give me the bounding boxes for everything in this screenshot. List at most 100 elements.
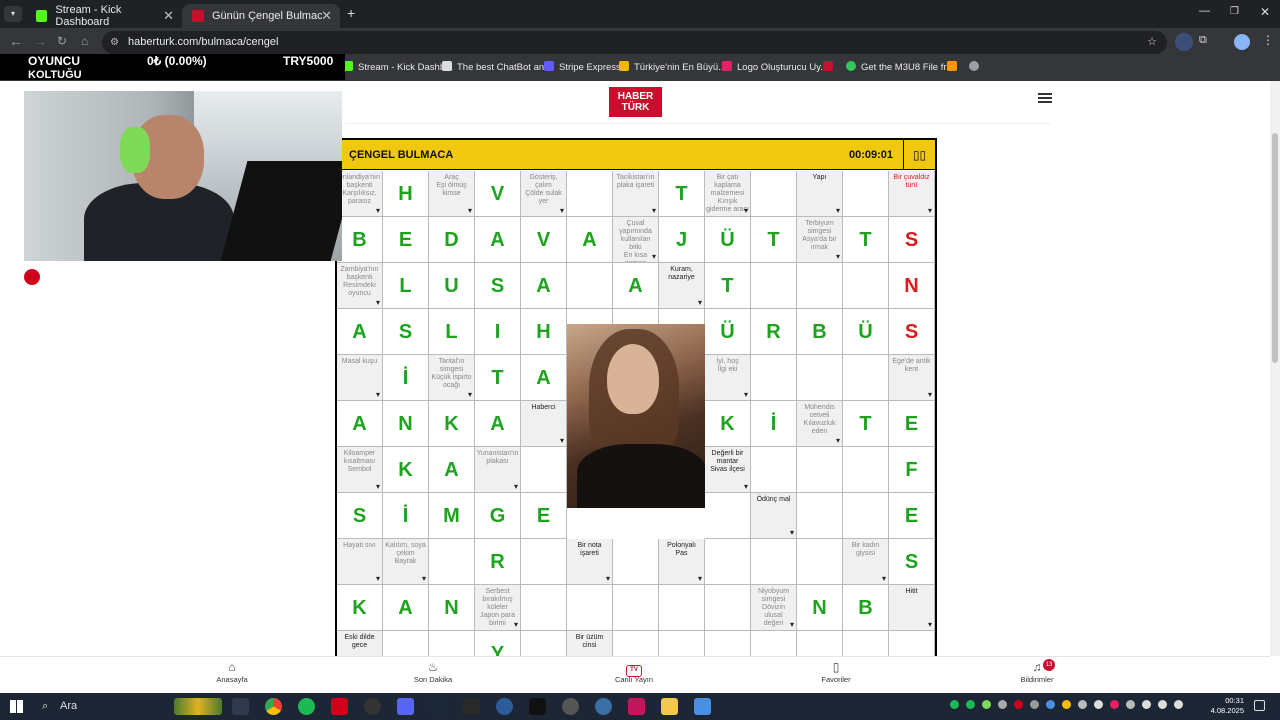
hamburger-menu-icon[interactable]: [1038, 93, 1052, 103]
letter-cell[interactable]: N: [889, 263, 935, 309]
epic-icon[interactable]: [463, 698, 480, 715]
empty-cell[interactable]: [613, 631, 659, 656]
letter-cell[interactable]: Ü: [843, 309, 889, 355]
back-icon[interactable]: ←: [9, 33, 23, 49]
empty-cell[interactable]: [843, 447, 889, 493]
empty-cell[interactable]: [705, 631, 751, 656]
letter-cell[interactable]: S: [889, 217, 935, 263]
letter-cell[interactable]: B: [337, 217, 383, 263]
scrollbar-thumb[interactable]: [1272, 133, 1278, 363]
letter-cell[interactable]: H: [521, 309, 567, 355]
empty-cell[interactable]: [567, 585, 613, 631]
letter-cell[interactable]: Ü: [705, 309, 751, 355]
tray-icon-5[interactable]: [1030, 700, 1039, 709]
capcut-icon[interactable]: [529, 698, 546, 715]
letter-cell[interactable]: A: [337, 401, 383, 447]
letter-cell[interactable]: F: [889, 447, 935, 493]
letter-cell[interactable]: S: [337, 493, 383, 539]
empty-cell[interactable]: [843, 263, 889, 309]
letter-cell[interactable]: A: [337, 309, 383, 355]
letter-cell[interactable]: T: [751, 217, 797, 263]
bookmark-logo[interactable]: Logo Oluşturucu Uy...: [722, 61, 828, 73]
letter-cell[interactable]: I: [475, 309, 521, 355]
empty-cell[interactable]: [797, 447, 843, 493]
empty-cell[interactable]: [521, 631, 567, 656]
letter-cell[interactable]: L: [383, 263, 429, 309]
empty-cell[interactable]: [797, 631, 843, 656]
nav-favorites[interactable]: ▯ Favoriler: [796, 659, 876, 684]
empty-cell[interactable]: [521, 585, 567, 631]
task-view-icon[interactable]: [232, 698, 249, 715]
empty-cell[interactable]: [751, 263, 797, 309]
empty-cell[interactable]: [843, 493, 889, 539]
letter-cell[interactable]: T: [843, 217, 889, 263]
app-icon-obs[interactable]: [364, 698, 381, 715]
close-tab-icon[interactable]: ✕: [321, 8, 332, 24]
nav-notifications[interactable]: ♫ 13 Bildirimler: [997, 659, 1077, 684]
nav-breaking[interactable]: ♨ Son Dakika: [393, 659, 473, 684]
nav-live[interactable]: TV Canlı Yayın: [594, 659, 674, 684]
site-info-icon[interactable]: ⚙: [110, 31, 119, 54]
tray-icon-4[interactable]: [1014, 700, 1023, 709]
letter-cell[interactable]: N: [383, 401, 429, 447]
empty-cell[interactable]: [751, 355, 797, 401]
empty-cell[interactable]: [429, 539, 475, 585]
empty-cell[interactable]: [889, 631, 935, 656]
tray-icon-9[interactable]: [1094, 700, 1103, 709]
empty-cell[interactable]: [705, 539, 751, 585]
letter-cell[interactable]: K: [383, 447, 429, 493]
letter-cell[interactable]: A: [383, 585, 429, 631]
letter-cell[interactable]: K: [429, 401, 475, 447]
tray-icon-11[interactable]: [1126, 700, 1135, 709]
tray-icon-spotify[interactable]: [950, 700, 959, 709]
letter-cell[interactable]: G: [475, 493, 521, 539]
empty-cell[interactable]: [797, 539, 843, 585]
letter-cell[interactable]: S: [475, 263, 521, 309]
letter-cell[interactable]: V: [475, 171, 521, 217]
letter-cell[interactable]: R: [751, 309, 797, 355]
letter-cell[interactable]: İ: [383, 493, 429, 539]
letter-cell[interactable]: A: [521, 355, 567, 401]
sunflower-widget-icon[interactable]: [174, 698, 222, 715]
empty-cell[interactable]: [705, 493, 751, 539]
empty-cell[interactable]: [751, 631, 797, 656]
letter-cell[interactable]: İ: [383, 355, 429, 401]
empty-cell[interactable]: [705, 585, 751, 631]
letter-cell[interactable]: R: [475, 539, 521, 585]
bookmark-m3u8[interactable]: Get the M3U8 File fr...: [846, 61, 954, 73]
letter-cell[interactable]: A: [613, 263, 659, 309]
close-window-icon[interactable]: ✕: [1260, 5, 1270, 19]
letter-cell[interactable]: S: [383, 309, 429, 355]
letter-cell[interactable]: N: [429, 585, 475, 631]
letter-cell[interactable]: U: [429, 263, 475, 309]
discord-icon[interactable]: [397, 698, 414, 715]
empty-cell[interactable]: [751, 171, 797, 217]
empty-cell[interactable]: [751, 539, 797, 585]
bookmark-haberturk[interactable]: [823, 61, 838, 73]
letter-cell[interactable]: T: [475, 355, 521, 401]
spotify-icon[interactable]: [298, 698, 315, 715]
letter-cell[interactable]: B: [843, 585, 889, 631]
empty-cell[interactable]: [429, 631, 475, 656]
letter-cell[interactable]: T: [843, 401, 889, 447]
empty-cell[interactable]: [383, 631, 429, 656]
tray-icon-2[interactable]: [982, 700, 991, 709]
bookmark-globe[interactable]: [969, 61, 984, 73]
letter-cell[interactable]: B: [797, 309, 843, 355]
bookmark-kick[interactable]: Stream - Kick Dashb...: [343, 61, 453, 73]
empty-cell[interactable]: [843, 355, 889, 401]
tray-icon-8[interactable]: [1078, 700, 1087, 709]
letter-cell[interactable]: Ü: [705, 217, 751, 263]
tray-icon-3[interactable]: [998, 700, 1007, 709]
letter-cell[interactable]: V: [521, 217, 567, 263]
windows-start-icon[interactable]: [10, 700, 23, 713]
letter-cell[interactable]: E: [383, 217, 429, 263]
letter-cell[interactable]: N: [797, 585, 843, 631]
bookmark-turkiye[interactable]: Türkiye'nin En Büyü...: [619, 61, 726, 73]
letter-cell[interactable]: L: [429, 309, 475, 355]
network-app-icon[interactable]: [694, 698, 711, 715]
letter-cell[interactable]: H: [383, 171, 429, 217]
empty-cell[interactable]: [843, 631, 889, 656]
app-icon-pink[interactable]: [628, 698, 645, 715]
profile-avatar[interactable]: [1234, 34, 1250, 50]
